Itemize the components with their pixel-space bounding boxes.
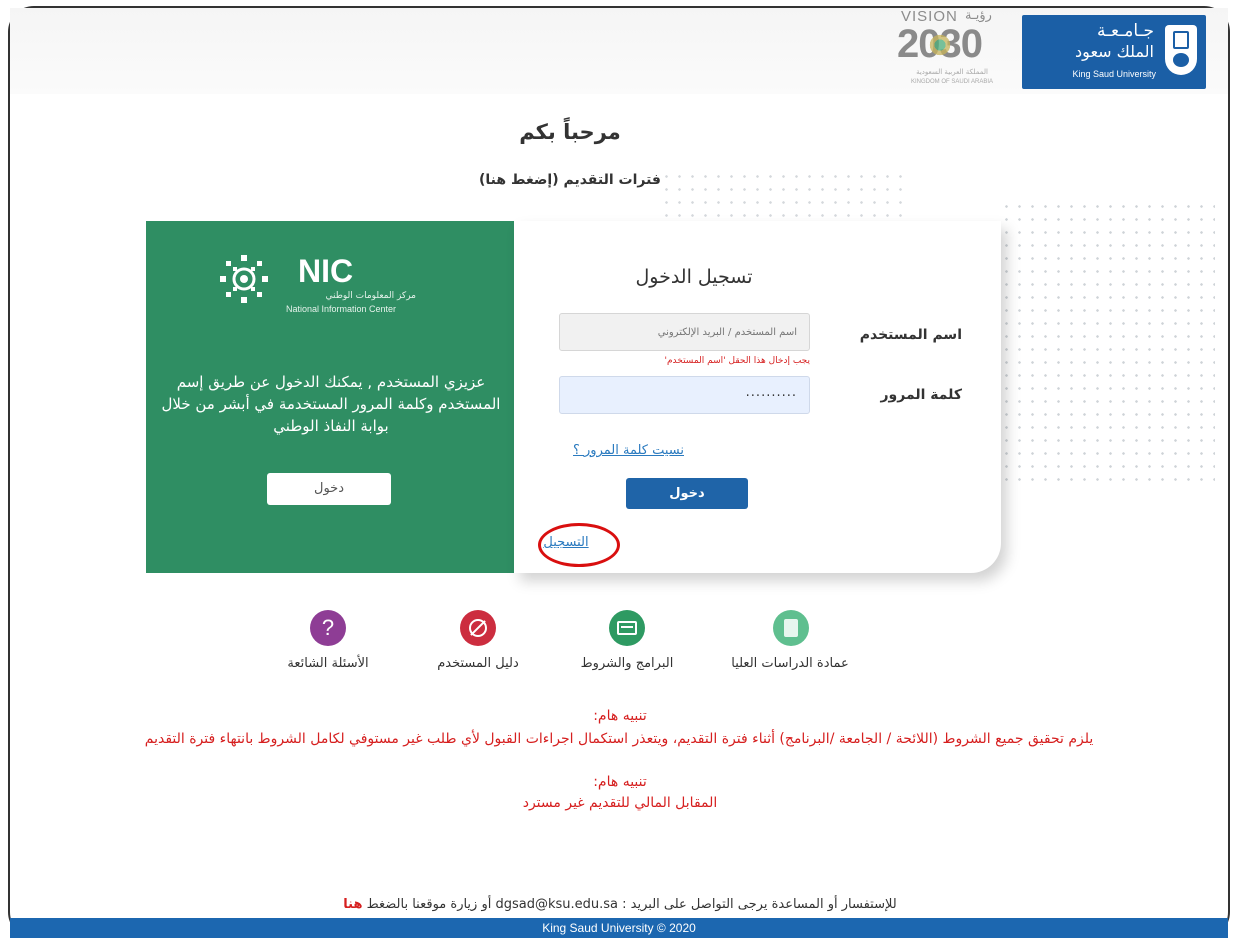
- quick-link-faq-label: الأسئلة الشائعة: [287, 656, 369, 671]
- username-label: اسم المستخدم: [859, 327, 962, 343]
- password-input[interactable]: ..........: [559, 376, 810, 414]
- decorative-dots-top: [660, 170, 910, 218]
- card-icon: [609, 610, 645, 646]
- nic-logo-ar: مركز المعلومات الوطني: [325, 291, 416, 301]
- decorative-dots-right: [1000, 200, 1215, 490]
- ksu-ar-line1: جـامـعـة: [1096, 21, 1154, 41]
- notice1-text: يلزم تحقيق جميع الشروط (اللائحة / الجامع…: [144, 731, 1094, 747]
- notice1-title: تنبيه هام:: [593, 708, 647, 724]
- login-title: تسجيل الدخول: [635, 266, 753, 288]
- vision-sub-ar: المملكة العربية السعودية: [916, 68, 988, 76]
- ksu-emblem-icon: [1165, 25, 1197, 75]
- question-icon: ?: [310, 610, 346, 646]
- footer-contact-link[interactable]: هنا: [343, 897, 362, 912]
- footer-copyright: King Saud University © 2020: [542, 921, 696, 935]
- footer-contact-text: للإستفسار أو المساعدة يرجى التواصل على ا…: [366, 897, 897, 912]
- quick-link-graduate-studies-label: عمادة الدراسات العليا: [731, 656, 849, 671]
- nic-message: عزيزي المستخدم , يمكنك الدخول عن طريق إس…: [161, 373, 501, 435]
- ksu-en: King Saud University: [1072, 69, 1156, 79]
- password-value: ..........: [745, 385, 797, 400]
- footer-bar: King Saud University © 2020: [10, 918, 1228, 938]
- password-label: كلمة المرور: [880, 387, 962, 403]
- vision-arabic: رؤيـة: [965, 8, 992, 23]
- vision-sub-en: KINGDOM OF SAUDI ARABIA: [910, 79, 993, 85]
- application-periods-link[interactable]: فترات التقديم (إضغط هنا): [470, 172, 670, 188]
- quick-link-programs-label: البرامج والشروط: [580, 656, 674, 671]
- quick-link-user-guide-label: دليل المستخدم: [437, 656, 519, 671]
- notice2-text: المقابل المالي للتقديم غير مسترد: [522, 795, 718, 811]
- welcome-title: مرحباً بكم: [519, 120, 621, 144]
- login-form-panel: تسجيل الدخول اسم المستخدم يجب إدخال هذا …: [514, 221, 1001, 573]
- forgot-password-link[interactable]: نسيت كلمة المرور ؟: [534, 443, 684, 458]
- login-button[interactable]: دخول: [626, 478, 748, 509]
- username-error: يجب إدخال هذا الحقل 'اسم المستخدم': [664, 356, 810, 366]
- footer-contact: للإستفسار أو المساعدة يرجى التواصل على ا…: [150, 897, 1090, 912]
- nic-login-button[interactable]: دخول: [267, 473, 391, 505]
- highlight-circle: [538, 523, 620, 567]
- nic-logo-text: NIC: [298, 253, 354, 289]
- nic-login-panel: NIC مركز المعلومات الوطني National Infor…: [146, 221, 514, 573]
- ksu-logo: جـامـعـة الملك سعود King Saud University: [1022, 15, 1206, 89]
- vision-emblem-icon: [927, 32, 953, 58]
- document-icon: [773, 610, 809, 646]
- notice2-title: تنبيه هام:: [593, 774, 647, 790]
- vision-2030-logo: VISION رؤيـة 2030 المملكة العربية السعود…: [893, 8, 1017, 92]
- ksu-ar-line2: الملك سعود: [1075, 42, 1154, 61]
- nic-logo-en: National Information Center: [286, 304, 397, 314]
- username-input[interactable]: [559, 313, 810, 351]
- ban-icon: [460, 610, 496, 646]
- nic-emblem-icon: [216, 251, 272, 307]
